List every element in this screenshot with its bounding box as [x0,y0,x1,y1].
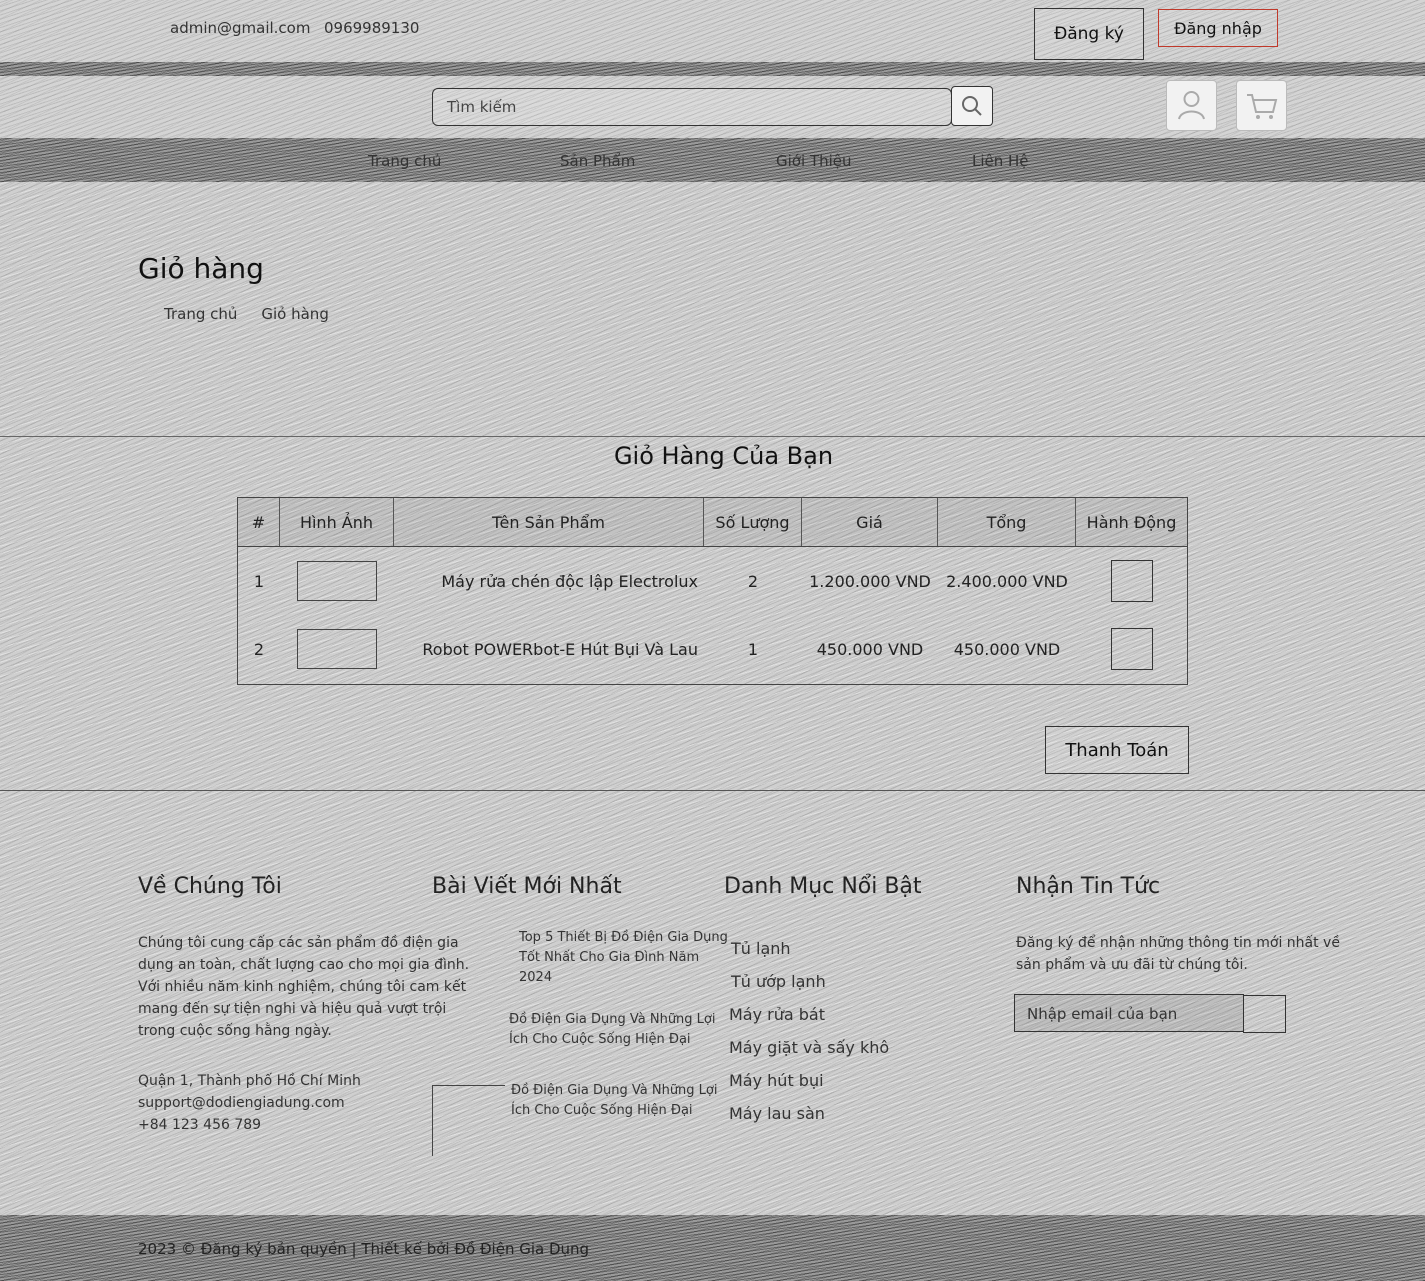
remove-item-button[interactable] [1110,628,1153,670]
section-divider [0,436,1425,437]
category-item[interactable]: Tủ lạnh [731,939,791,958]
product-image-cell [280,615,394,683]
category-item[interactable]: Máy hút bụi [729,1071,824,1090]
breadcrumb-current: Giỏ hàng [261,305,329,323]
footer-about-title: Về Chúng Tôi [138,874,282,899]
cart-table-header: # Hình Ảnh Tên Sản Phẩm Số Lượng Giá Tổn… [238,498,1187,547]
main-nav [0,138,1425,182]
product-total: 2.400.000 VND [946,571,1068,591]
col-qty: Số Lượng [704,498,802,546]
user-icon[interactable] [1166,80,1217,131]
newsletter-submit-button[interactable] [1243,995,1286,1033]
col-total: Tổng [938,498,1076,546]
col-price: Giá [802,498,938,546]
search-placeholder: Tìm kiếm [447,98,517,116]
footer-email: support@dodiengiadung.com [138,1095,345,1111]
nav-item-about[interactable]: Giới Thiệu [776,152,851,170]
col-image: Hình Ảnh [280,498,394,546]
table-row: 2 Robot POWERbot-E Hút Bụi Và Lau 1 450.… [238,615,1187,683]
cart-table: # Hình Ảnh Tên Sản Phẩm Số Lượng Giá Tổn… [237,497,1188,685]
cart-heading: Giỏ Hàng Của Bạn [613,442,834,470]
newsletter-email-input[interactable]: Nhập email của bạn [1014,994,1244,1032]
footer-newsletter-title: Nhận Tin Tức [1016,874,1161,899]
table-row: 1 Máy rửa chén độc lập Electrolux 2 1.20… [238,547,1187,615]
row-index: 2 [253,639,265,659]
register-label: Đăng ký [1054,24,1124,44]
row-index: 1 [253,571,265,591]
header-divider [0,62,1425,76]
col-name: Tên Sản Phẩm [394,498,704,546]
login-label: Đăng nhập [1174,18,1262,38]
post-item[interactable]: Đồ Điện Gia Dụng Và Những Lợi Ích Cho Cu… [509,1010,723,1050]
action-cell [1076,615,1187,683]
col-action: Hành Động [1086,512,1177,532]
product-image-cell [280,547,394,615]
footer-newsletter-text: Đăng ký để nhận những thông tin mới nhất… [1016,935,1340,973]
category-item[interactable]: Tủ ướp lạnh [731,972,826,991]
post-item[interactable]: Đồ Điện Gia Dụng Và Những Lợi Ích Cho Cu… [511,1081,735,1121]
action-cell [1076,547,1187,615]
category-item[interactable]: Máy lau sàn [729,1104,825,1123]
product-qty: 1 [747,639,759,659]
contact-phone: 0969989130 [324,19,420,37]
product-name[interactable]: Robot POWERbot-E Hút Bụi Và Lau [394,615,704,683]
checkout-button[interactable]: Thanh Toán [1045,726,1189,774]
search-input[interactable]: Tìm kiếm [432,88,952,126]
nav-item-contact[interactable]: Liên Hệ [972,152,1029,170]
product-price: 1.200.000 VND [809,571,931,591]
footer-address: Quận 1, Thành phố Hồ Chí Minh [138,1073,361,1089]
col-index: # [238,498,280,546]
contact-email: admin@gmail.com [170,19,311,37]
login-button[interactable]: Đăng nhập [1158,9,1278,47]
register-button[interactable]: Đăng ký [1034,8,1144,60]
product-qty: 2 [747,571,759,591]
category-item[interactable]: Máy giặt và sấy khô [729,1038,889,1057]
search-icon[interactable] [951,86,993,126]
product-total: 450.000 VND [953,639,1061,659]
footer-about-text: Chúng tôi cung cấp các sản phẩm đồ điện … [138,935,470,1039]
nav-item-home[interactable]: Trang chủ [368,152,441,170]
category-item[interactable]: Máy rửa bát [729,1005,825,1024]
newsletter-placeholder: Nhập email của bạn [1027,1005,1178,1023]
cart-icon[interactable] [1236,80,1287,131]
footer-phone: +84 123 456 789 [138,1117,262,1133]
footer-categories-title: Danh Mục Nổi Bật [724,874,922,899]
post-item[interactable]: Top 5 Thiết Bị Đồ Điện Gia Dụng Tốt Nhất… [519,928,733,988]
page-title: Giỏ hàng [138,252,264,285]
breadcrumb: Trang chủ Giỏ hàng [164,305,329,323]
post-thumbnail [432,1085,505,1156]
remove-item-button[interactable] [1110,560,1153,602]
product-price: 450.000 VND [816,639,924,659]
copyright: 2023 © Đăng ký bản quyền | Thiết kế bởi … [138,1240,590,1258]
product-thumbnail [297,629,377,669]
product-thumbnail [297,561,377,601]
footer-posts-title: Bài Viết Mới Nhất [432,874,622,899]
product-name[interactable]: Máy rửa chén độc lập Electrolux [394,547,704,615]
footer-top-divider [0,790,1425,791]
nav-item-products[interactable]: Sản Phẩm [560,152,635,170]
breadcrumb-home[interactable]: Trang chủ [164,305,237,323]
checkout-label: Thanh Toán [1065,739,1169,761]
